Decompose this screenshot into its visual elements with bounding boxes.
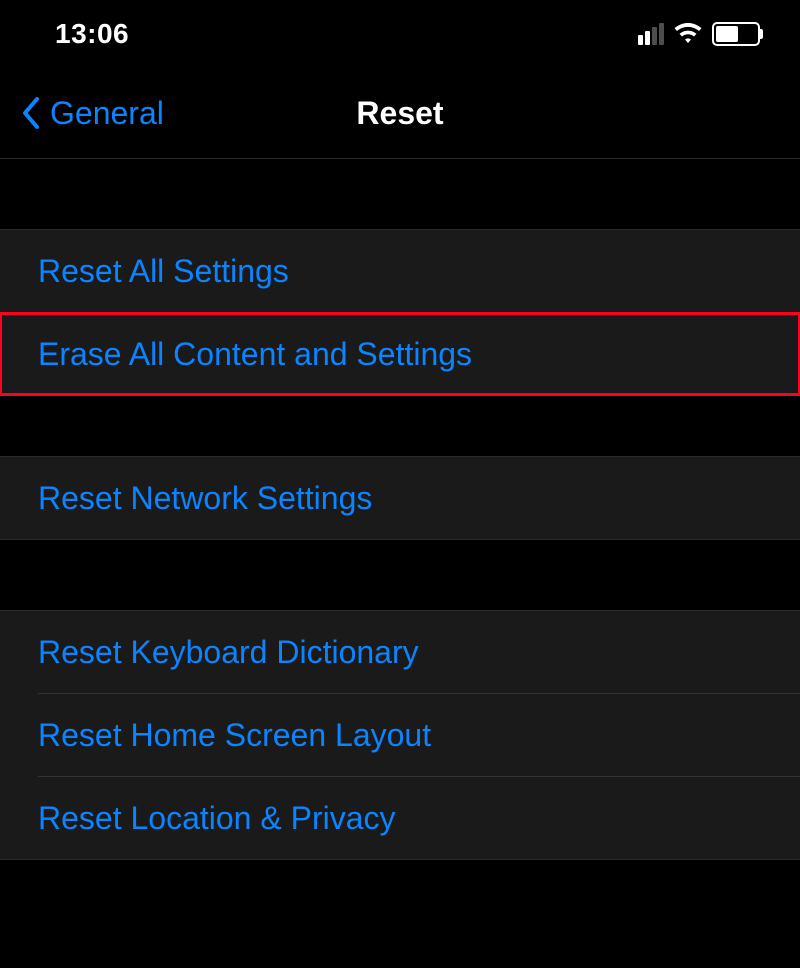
status-bar: 13:06	[0, 0, 800, 68]
reset-section-3: Reset Keyboard Dictionary Reset Home Scr…	[0, 611, 800, 859]
list-item-label: Reset All Settings	[38, 253, 289, 290]
reset-home-screen-layout-item[interactable]: Reset Home Screen Layout	[0, 694, 800, 776]
section-gap	[0, 396, 800, 456]
chevron-left-icon	[20, 95, 42, 131]
battery-icon	[712, 22, 760, 46]
wifi-icon	[674, 23, 702, 45]
section-gap	[0, 159, 800, 229]
cellular-signal-icon	[638, 23, 664, 45]
status-time: 13:06	[55, 18, 129, 50]
list-item-label: Reset Location & Privacy	[38, 800, 396, 837]
list-item-label: Reset Keyboard Dictionary	[38, 634, 419, 671]
section-gap	[0, 540, 800, 610]
reset-keyboard-dictionary-item[interactable]: Reset Keyboard Dictionary	[0, 611, 800, 693]
list-item-label: Reset Network Settings	[38, 480, 372, 517]
list-item-label: Erase All Content and Settings	[38, 336, 472, 373]
page-title: Reset	[356, 95, 443, 132]
back-label: General	[50, 95, 164, 132]
back-button[interactable]: General	[20, 95, 164, 132]
erase-all-content-item[interactable]: Erase All Content and Settings	[0, 313, 800, 395]
status-indicators	[638, 22, 760, 46]
reset-all-settings-item[interactable]: Reset All Settings	[0, 230, 800, 312]
reset-section-1: Reset All Settings Erase All Content and…	[0, 230, 800, 395]
reset-location-privacy-item[interactable]: Reset Location & Privacy	[0, 777, 800, 859]
list-item-label: Reset Home Screen Layout	[38, 717, 431, 754]
reset-network-settings-item[interactable]: Reset Network Settings	[0, 457, 800, 539]
navigation-bar: General Reset	[0, 68, 800, 158]
reset-section-2: Reset Network Settings	[0, 457, 800, 539]
